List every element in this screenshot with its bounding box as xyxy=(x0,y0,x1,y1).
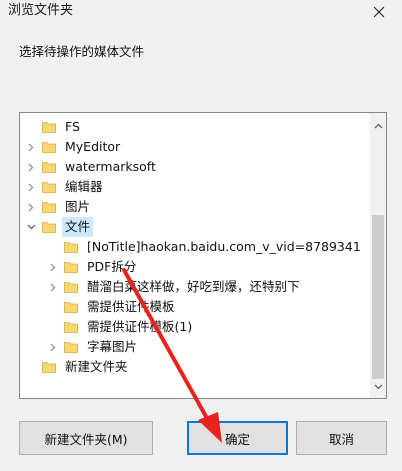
chevron-right-icon[interactable] xyxy=(26,137,36,157)
folder-icon xyxy=(42,220,56,234)
tree-item-label: 新建文件夹 xyxy=(65,359,128,374)
tree-item-label: 文件 xyxy=(62,217,94,237)
tree-item-label: FS xyxy=(65,119,80,134)
folder-icon xyxy=(42,120,56,134)
tree-item[interactable]: 新建文件夹 xyxy=(20,357,372,377)
tree-item[interactable]: FS xyxy=(20,117,372,137)
tree-item[interactable]: 需提供证件模板(1) xyxy=(20,317,372,337)
folder-tree[interactable]: FS MyEditor watermarksoft 编辑器图片文件 [NoTitle]h… xyxy=(19,112,387,399)
tree-item-label: 字幕图片 xyxy=(87,339,138,354)
chevron-right-icon[interactable] xyxy=(48,257,58,277)
scroll-down-button[interactable] xyxy=(370,379,386,395)
folder-icon xyxy=(64,300,78,314)
folder-icon xyxy=(42,180,56,194)
tree-item-label: 醋溜白菜这样做，好吃到爆，还特别下 xyxy=(87,279,300,294)
scroll-down-arrow-icon xyxy=(374,384,382,390)
tree-item-label: watermarksoft xyxy=(65,159,156,174)
tree-item-label: MyEditor xyxy=(65,139,121,154)
close-button[interactable] xyxy=(356,0,402,24)
tree-item-label: 图片 xyxy=(65,199,91,214)
tree-item[interactable]: watermarksoft xyxy=(20,157,372,177)
folder-icon xyxy=(42,200,56,214)
chevron-right-icon[interactable] xyxy=(48,277,58,297)
vertical-scrollbar[interactable] xyxy=(370,113,386,398)
folder-icon xyxy=(64,240,78,254)
tree-item[interactable]: 文件 xyxy=(20,217,372,237)
scroll-thumb[interactable] xyxy=(372,215,384,379)
scroll-up-arrow-icon xyxy=(374,123,382,129)
tree-item[interactable]: [NoTitle]haokan.baidu.com_v_vid=8789341 xyxy=(20,237,372,257)
tree-item[interactable]: 图片 xyxy=(20,197,372,217)
tree-item[interactable]: 需提供证件模板 xyxy=(20,297,372,317)
title-bar: 浏览文件夹 xyxy=(0,0,402,28)
tree-item[interactable]: PDF拆分 xyxy=(20,257,372,277)
folder-icon xyxy=(64,320,78,334)
tree-item[interactable]: 醋溜白菜这样做，好吃到爆，还特别下 xyxy=(20,277,372,297)
ok-button[interactable]: 确定 xyxy=(187,421,288,455)
tree-item-label: PDF拆分 xyxy=(87,259,137,274)
chevron-right-icon[interactable] xyxy=(26,177,36,197)
tree-item-label: 编辑器 xyxy=(65,179,103,194)
tree-item-label: [NoTitle]haokan.baidu.com_v_vid=8789341 xyxy=(87,239,361,254)
dialog-title: 浏览文件夹 xyxy=(8,3,74,18)
folder-icon xyxy=(42,360,56,374)
chevron-down-icon[interactable] xyxy=(26,217,36,237)
chevron-right-icon[interactable] xyxy=(26,197,36,217)
folder-icon xyxy=(64,260,78,274)
scroll-up-button[interactable] xyxy=(370,118,386,134)
new-folder-button[interactable]: 新建文件夹(M) xyxy=(19,421,153,455)
close-icon xyxy=(373,6,385,18)
tree-item-label: 需提供证件模板 xyxy=(87,299,175,314)
tree-item[interactable]: MyEditor xyxy=(20,137,372,157)
tree-item[interactable]: 编辑器 xyxy=(20,177,372,197)
tree-item[interactable]: 字幕图片 xyxy=(20,337,372,357)
dialog-prompt: 选择待操作的媒体文件 xyxy=(19,44,145,59)
folder-icon xyxy=(64,280,78,294)
cancel-button[interactable]: 取消 xyxy=(296,421,387,455)
folder-icon xyxy=(64,340,78,354)
chevron-right-icon[interactable] xyxy=(26,157,36,177)
folder-icon xyxy=(42,160,56,174)
tree-item-label: 需提供证件模板(1) xyxy=(87,319,193,334)
folder-icon xyxy=(42,140,56,154)
chevron-right-icon[interactable] xyxy=(48,337,58,357)
